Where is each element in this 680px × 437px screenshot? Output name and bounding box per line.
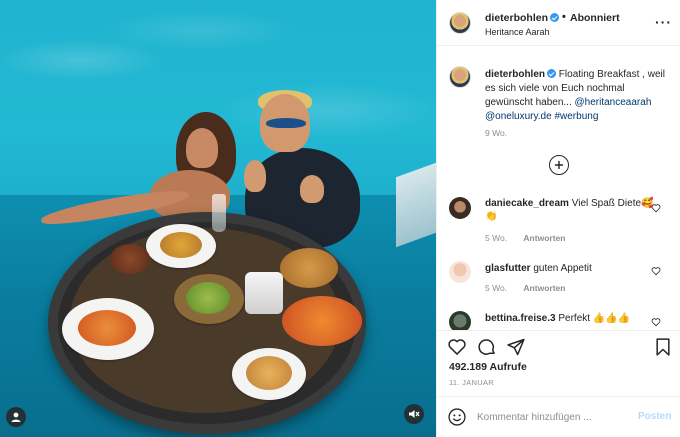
woman-face (186, 128, 218, 168)
comment-bubble-icon[interactable] (477, 337, 497, 357)
comment-meta: 5 Wo. Antworten (485, 283, 579, 293)
view-count[interactable]: 492.189 Aufrufe (449, 361, 527, 373)
man-sunglasses (266, 118, 306, 128)
tagged-users-button[interactable] (6, 407, 26, 427)
add-comment-bar: Posten (437, 396, 680, 437)
avatar[interactable] (449, 311, 471, 330)
comment-clip: bettina.freise.3 Perfekt 👍👍👍 (437, 300, 680, 330)
separator-dot: • (562, 11, 566, 23)
like-comment-heart-icon[interactable] (651, 203, 661, 213)
username-text[interactable]: dieterbohlen (485, 12, 548, 24)
author-username[interactable]: dieterbohlen (485, 12, 560, 24)
share-paper-plane-icon[interactable] (506, 337, 526, 357)
comment-username[interactable]: glasfutter (485, 263, 531, 274)
verified-badge-icon (547, 69, 557, 78)
napkins (245, 272, 283, 314)
comment-text: daniecake_dream Viel Spaß Diete🥰👏 (485, 197, 655, 223)
mute-button[interactable] (404, 404, 424, 424)
comment-meta: 5 Wo. Antworten (485, 233, 579, 243)
man-hand (300, 175, 324, 203)
more-options-icon[interactable]: ··· (655, 14, 672, 30)
food (78, 310, 136, 346)
plus-icon (555, 161, 563, 169)
emoji-icon[interactable] (447, 407, 467, 427)
comment-username[interactable]: bettina.freise.3 (485, 313, 556, 324)
post-caption: dieterbohlen Floating Breakfast , weil e… (485, 68, 671, 124)
reply-button[interactable]: Antworten (523, 233, 565, 243)
comment-body: guten Appetit (533, 263, 592, 274)
location-link[interactable]: Heritance Aarah (485, 27, 550, 37)
reply-button[interactable]: Antworten (523, 283, 565, 293)
mention-link[interactable]: @heritanceaarah (575, 97, 652, 108)
load-more-comments-button[interactable] (549, 155, 569, 175)
caption-username[interactable]: dieterbohlen (485, 69, 545, 80)
champagne-glass (212, 194, 226, 232)
comment-body: Perfekt 👍👍👍 (558, 313, 631, 324)
food (282, 296, 362, 346)
comment-time: 5 Wo. (485, 233, 508, 243)
comment-text: glasfutter guten Appetit (485, 262, 655, 275)
verified-badge-icon (550, 13, 560, 22)
save-bookmark-icon[interactable] (653, 337, 673, 357)
villa-deck (396, 162, 436, 248)
post-header: dieterbohlen • Abonniert Heritance Aarah… (437, 0, 680, 46)
avatar[interactable] (449, 261, 471, 283)
comment-text: bettina.freise.3 Perfekt 👍👍👍 (485, 312, 655, 325)
hashtag-link[interactable]: #werbung (554, 111, 598, 122)
like-comment-heart-icon[interactable] (651, 266, 661, 276)
food (246, 356, 292, 390)
avatar[interactable] (449, 12, 471, 34)
comment-time: 5 Wo. (485, 283, 508, 293)
man-hand (244, 160, 266, 192)
like-heart-icon[interactable] (447, 337, 467, 357)
user-icon (11, 412, 21, 422)
speaker-muted-icon (409, 410, 420, 418)
like-comment-heart-icon[interactable] (651, 317, 661, 327)
mention-link[interactable]: @oneluxury.de (485, 111, 552, 122)
avatar[interactable] (449, 66, 471, 88)
comment-input[interactable] (477, 409, 627, 425)
food (160, 232, 202, 258)
comment-username[interactable]: daniecake_dream (485, 198, 569, 209)
post-video[interactable] (0, 0, 436, 437)
food (186, 282, 230, 314)
post-comment-button[interactable]: Posten (638, 411, 671, 422)
following-button[interactable]: Abonniert (570, 12, 620, 24)
post-date: 11. JANUAR (449, 378, 494, 387)
caption-timestamp: 9 Wo. (485, 128, 508, 138)
food (280, 248, 338, 288)
food (110, 244, 150, 274)
avatar[interactable] (449, 197, 471, 219)
post-sidebar: dieterbohlen • Abonniert Heritance Aarah… (436, 0, 680, 437)
